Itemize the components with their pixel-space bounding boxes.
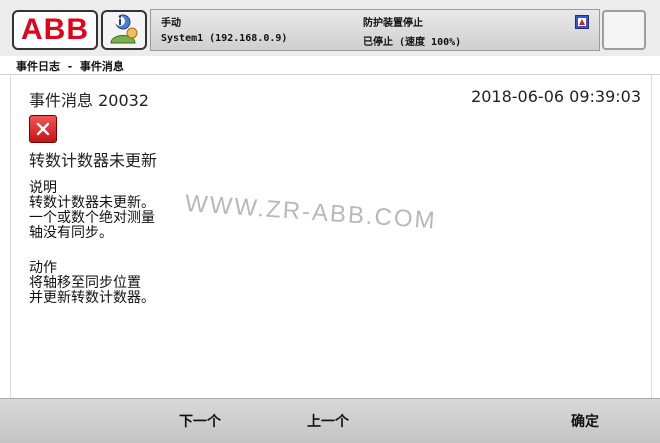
- description-section: 说明 转数计数器未更新。 一个或数个绝对测量 轴没有同步。: [29, 181, 155, 241]
- user-info-button[interactable]: [101, 10, 147, 50]
- action-section: 动作 将轴移至同步位置 并更新转数计数器。: [29, 261, 155, 306]
- message-heading: 转数计数器未更新: [29, 151, 158, 170]
- page-header: 事件日志 - 事件消息: [0, 56, 660, 75]
- event-message-panel: 事件消息 20032 2018-06-06 09:39:03 转数计数器未更新 …: [10, 75, 652, 398]
- top-bar: ABB 手动 System1 (192.168.0.9) 防护装置停止 已停止 …: [0, 0, 660, 56]
- message-timestamp: 2018-06-06 09:39:03: [471, 87, 641, 106]
- bottom-command-bar: 下一个 上一个 确定: [0, 398, 660, 443]
- guard-stop-status: 防护装置停止: [363, 18, 423, 29]
- ok-button[interactable]: 确定: [535, 399, 635, 443]
- message-title: 事件消息 20032: [29, 91, 149, 110]
- status-panel[interactable]: 手动 System1 (192.168.0.9) 防护装置停止 已停止 (速度 …: [150, 9, 600, 51]
- system-name: System1 (192.168.0.9): [161, 33, 288, 44]
- page-title: 事件日志 - 事件消息: [16, 60, 124, 73]
- error-x-icon: [29, 115, 57, 143]
- previous-button[interactable]: 上一个: [278, 399, 378, 443]
- operating-mode: 手动: [161, 18, 181, 29]
- quickset-button[interactable]: [602, 10, 646, 50]
- user-info-icon: [107, 11, 141, 49]
- action-line: 将轴移至同步位置: [29, 275, 141, 291]
- action-label: 动作: [29, 260, 57, 276]
- description-line: 一个或数个绝对测量: [29, 210, 155, 226]
- abb-logo: ABB: [21, 13, 89, 46]
- action-line: 并更新转数计数器。: [29, 290, 155, 306]
- speed-status: 已停止 (速度 100%): [363, 37, 462, 48]
- description-line: 轴没有同步。: [29, 225, 113, 241]
- next-button[interactable]: 下一个: [150, 399, 250, 443]
- description-label: 说明: [29, 180, 57, 196]
- abb-menu-button[interactable]: ABB: [12, 10, 98, 50]
- description-line: 转数计数器未更新。: [29, 195, 155, 211]
- status-mini-icon: [575, 15, 589, 29]
